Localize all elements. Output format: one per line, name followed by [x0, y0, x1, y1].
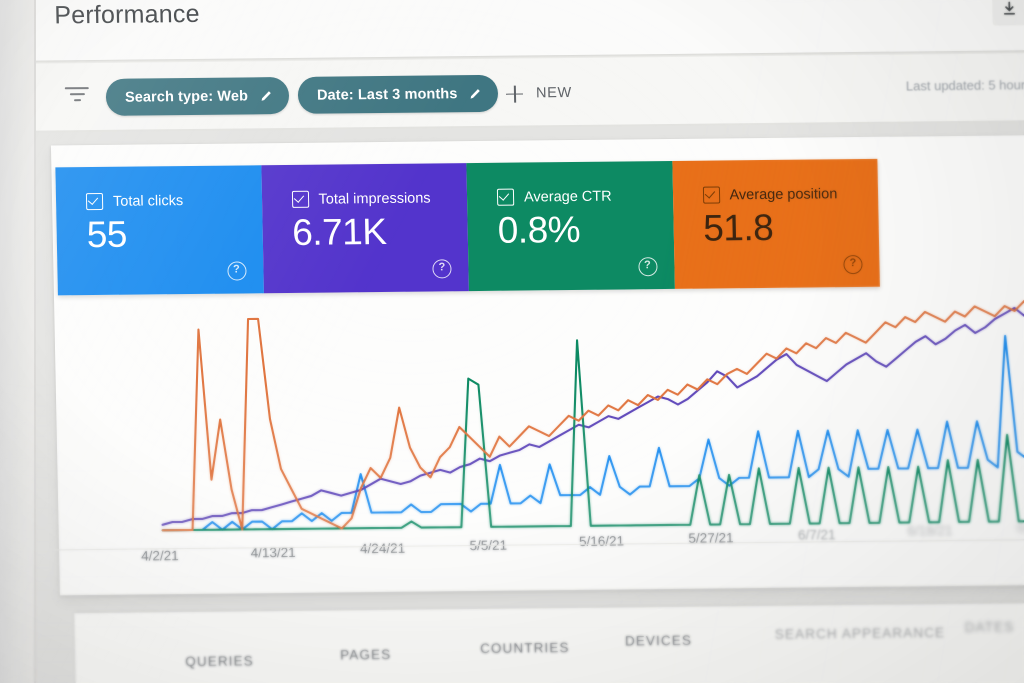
- metric-label: Average CTR: [523, 188, 612, 206]
- help-icon[interactable]: ?: [226, 261, 247, 281]
- download-button[interactable]: [992, 0, 1024, 26]
- dimension-tabs: QUERIES PAGES COUNTRIES DEVICES SEARCH APPEA…: [74, 603, 1024, 673]
- tab-dates[interactable]: DATES: [965, 619, 1015, 635]
- chart-line-average-ctr: [159, 335, 1024, 530]
- x-axis-tick-label: 5/16/21: [578, 533, 625, 550]
- new-filter-button[interactable]: NEW: [506, 80, 572, 107]
- page-title: Performance: [54, 0, 200, 30]
- tab-queries[interactable]: QUERIES: [185, 653, 254, 669]
- metric-label: Total clicks: [112, 192, 184, 210]
- metric-card-1[interactable]: Total impressions 6.71K?: [260, 163, 469, 294]
- last-updated-text: Last updated: 5 hour: [905, 77, 1024, 94]
- checkbox-icon[interactable]: [85, 192, 104, 211]
- metric-card-3[interactable]: Average position 51.8?: [671, 158, 880, 289]
- tab-search-appearance[interactable]: SEARCH APPEARANCE: [775, 625, 946, 642]
- tab-devices[interactable]: DEVICES: [625, 633, 692, 649]
- metric-label-row: Total clicks: [85, 191, 244, 211]
- filter-chip-search-type-label: Search type: Web: [124, 87, 249, 106]
- monitor-bezel-edge: [34, 0, 36, 683]
- metric-card-2[interactable]: Average CTR 0.8%?: [466, 160, 675, 292]
- tab-countries[interactable]: COUNTRIES: [480, 640, 570, 656]
- metric-value: 51.8: [702, 206, 774, 249]
- filter-chip-date-label: Date: Last 3 months: [316, 85, 458, 104]
- dimension-tabs-card: QUERIES PAGES COUNTRIES DEVICES SEARCH APPEA…: [74, 602, 1024, 683]
- metric-label: Total impressions: [318, 189, 431, 208]
- app-perspective-layer: Performance Search type: Web Date: Last …: [6, 0, 1024, 683]
- pencil-icon[interactable]: [259, 88, 274, 103]
- download-icon: [1003, 1, 1016, 15]
- plus-icon: [506, 85, 523, 102]
- metric-value: 6.71K: [291, 210, 387, 253]
- filter-icon[interactable]: [64, 87, 90, 107]
- filter-toolbar: Search type: Web Date: Last 3 months NEW…: [25, 52, 1024, 132]
- filter-chip-search-type[interactable]: Search type: Web: [105, 76, 290, 116]
- x-axis-tick-label: 4/2/21: [141, 548, 179, 564]
- metric-label-row: Total impressions: [291, 189, 449, 208]
- x-axis-tick-label: 6/7/21: [797, 526, 836, 543]
- checkbox-icon[interactable]: [291, 190, 309, 208]
- x-axis-tick-label: 6/18/21: [907, 523, 953, 539]
- metric-card-0[interactable]: Total clicks 55?: [55, 165, 264, 296]
- metric-value: 0.8%: [497, 208, 581, 251]
- chart-canvas: [58, 283, 1024, 543]
- help-icon[interactable]: ?: [843, 254, 863, 275]
- metric-value: 55: [86, 213, 128, 256]
- performance-chart: 4/2/214/13/214/24/215/5/215/16/215/27/21…: [58, 283, 1024, 583]
- metric-label-row: Average CTR: [496, 187, 655, 206]
- metric-cards: Total clicks 55? Total impressions 6.71K? Av…: [55, 158, 880, 296]
- tab-pages[interactable]: PAGES: [340, 647, 391, 663]
- metric-label-row: Average position: [702, 185, 860, 204]
- new-filter-label: NEW: [535, 85, 573, 102]
- x-axis-tick-label: 6/29/21: [1016, 519, 1024, 536]
- filter-chip-date[interactable]: Date: Last 3 months: [297, 74, 499, 114]
- checkbox-icon[interactable]: [496, 188, 515, 206]
- pencil-icon[interactable]: [468, 86, 483, 101]
- monitor-bezel-left: [0, 0, 36, 683]
- metric-label: Average position: [729, 185, 838, 203]
- screenshot-root: Performance Search type: Web Date: Last …: [0, 0, 1024, 683]
- x-axis-tick-label: 4/24/21: [359, 540, 406, 557]
- checkbox-icon[interactable]: [702, 186, 720, 204]
- help-icon[interactable]: ?: [432, 259, 452, 279]
- help-icon[interactable]: ?: [637, 257, 658, 277]
